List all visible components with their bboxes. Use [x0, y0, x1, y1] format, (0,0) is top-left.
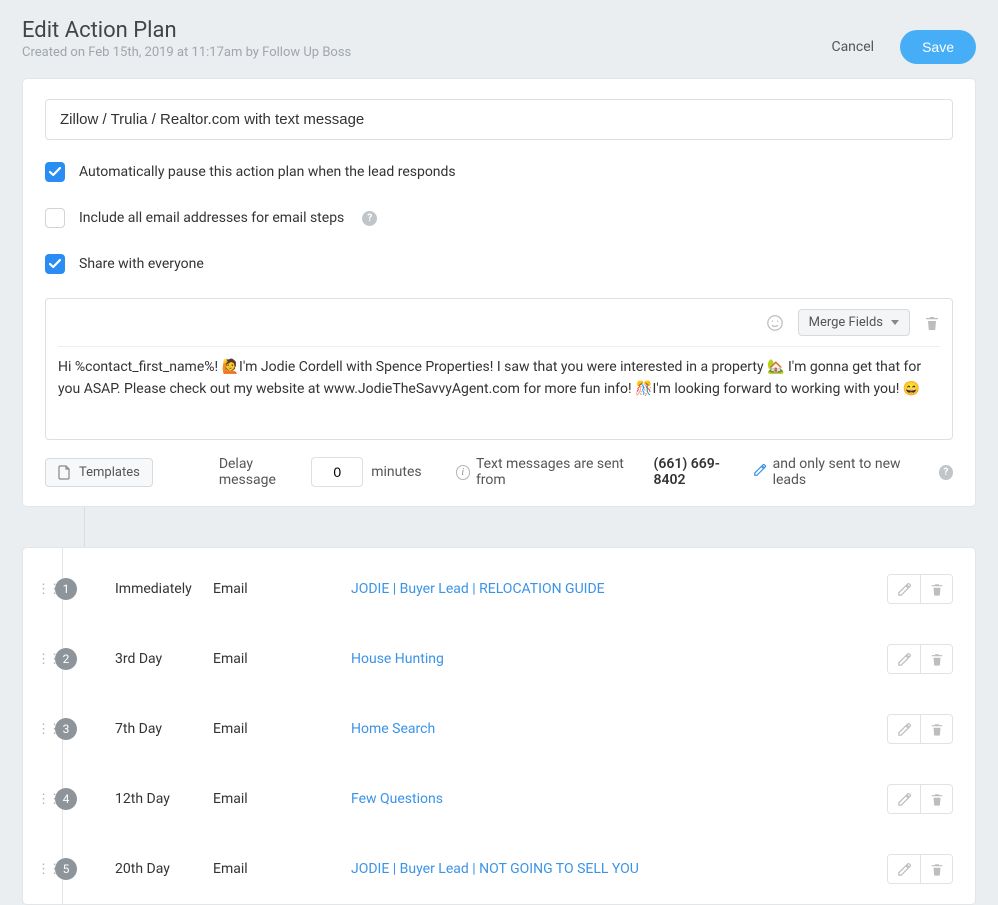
step-title-link[interactable]: JODIE | Buyer Lead | RELOCATION GUIDE [351, 581, 605, 597]
plan-name-input[interactable] [45, 99, 953, 140]
delete-message-icon[interactable] [924, 315, 940, 331]
step-timing: 20th Day [115, 861, 213, 877]
page-title: Edit Action Plan [22, 18, 351, 43]
edit-step-button[interactable] [888, 575, 920, 603]
delete-step-button[interactable] [920, 715, 952, 743]
step-number: 3 [55, 718, 77, 740]
drag-handle-icon[interactable]: ⋮⋮ [37, 792, 49, 807]
step-type: Email [213, 791, 351, 807]
delay-unit: minutes [371, 464, 421, 480]
checkbox-auto-pause[interactable] [45, 162, 65, 182]
info-icon: i [456, 465, 470, 480]
action-plan-form: Automatically pause this action plan whe… [22, 78, 976, 507]
step-title-link[interactable]: Few Questions [351, 791, 443, 807]
step-row: ⋮⋮ 3 7th DayEmailHome Search [37, 694, 953, 764]
step-number: 5 [55, 858, 77, 880]
step-type: Email [213, 721, 351, 737]
step-timing: 12th Day [115, 791, 213, 807]
drag-handle-icon[interactable]: ⋮⋮ [37, 862, 49, 877]
step-number: 2 [55, 648, 77, 670]
text-info-pre: Text messages are sent from [476, 456, 648, 488]
delete-step-button[interactable] [920, 785, 952, 813]
delete-step-button[interactable] [920, 575, 952, 603]
timeline-connector [44, 507, 954, 547]
step-timing: Immediately [115, 581, 213, 597]
step-row: ⋮⋮ 1 ImmediatelyEmailJODIE | Buyer Lead | … [37, 554, 953, 624]
edit-phone-icon[interactable] [753, 463, 767, 481]
help-icon[interactable]: ? [362, 211, 377, 226]
label-share: Share with everyone [79, 256, 204, 272]
delay-input[interactable] [311, 457, 363, 487]
step-row: ⋮⋮ 5 20th DayEmailJODIE | Buyer Lead | NOT… [37, 834, 953, 904]
drag-handle-icon[interactable]: ⋮⋮ [37, 582, 49, 597]
message-editor: Merge Fields Hi %contact_first_name%! 🙋I… [45, 298, 953, 440]
help-icon[interactable]: ? [939, 465, 953, 480]
cancel-button[interactable]: Cancel [831, 39, 874, 55]
templates-button[interactable]: Templates [45, 458, 153, 487]
emoji-icon[interactable] [766, 314, 784, 332]
created-info: Created on Feb 15th, 2019 at 11:17am by … [22, 45, 351, 60]
templates-label: Templates [79, 465, 140, 480]
merge-fields-button[interactable]: Merge Fields [798, 309, 910, 336]
message-textarea[interactable]: Hi %contact_first_name%! 🙋I'm Jodie Cord… [58, 357, 940, 427]
chevron-down-icon [891, 320, 899, 325]
step-type: Email [213, 651, 351, 667]
label-include-emails: Include all email addresses for email st… [79, 210, 344, 226]
edit-step-button[interactable] [888, 645, 920, 673]
steps-list: ⋮⋮1ImmediatelyEmailJODIE | Buyer Lead | … [22, 547, 976, 905]
drag-handle-icon[interactable]: ⋮⋮ [37, 652, 49, 667]
save-button[interactable]: Save [900, 30, 976, 64]
step-type: Email [213, 861, 351, 877]
step-title-link[interactable]: House Hunting [351, 651, 444, 667]
step-row: ⋮⋮ 4 12th DayEmailFew Questions [37, 764, 953, 834]
delete-step-button[interactable] [920, 645, 952, 673]
step-number: 4 [55, 788, 77, 810]
sending-phone: (661) 669-8402 [653, 456, 746, 488]
step-title-link[interactable]: JODIE | Buyer Lead | NOT GOING TO SELL Y… [351, 861, 639, 877]
step-title-link[interactable]: Home Search [351, 721, 435, 737]
step-timing: 3rd Day [115, 651, 213, 667]
delay-label: Delay message [219, 456, 303, 488]
checkbox-share[interactable] [45, 254, 65, 274]
checkbox-include-emails[interactable] [45, 208, 65, 228]
edit-step-button[interactable] [888, 785, 920, 813]
label-auto-pause: Automatically pause this action plan whe… [79, 164, 456, 180]
step-type: Email [213, 581, 351, 597]
drag-handle-icon[interactable]: ⋮⋮ [37, 722, 49, 737]
text-info-post: and only sent to new leads [773, 456, 929, 488]
step-timing: 7th Day [115, 721, 213, 737]
edit-step-button[interactable] [888, 715, 920, 743]
step-number: 1 [55, 578, 77, 600]
merge-fields-label: Merge Fields [809, 315, 883, 330]
step-row: ⋮⋮ 2 3rd DayEmailHouse Hunting [37, 624, 953, 694]
